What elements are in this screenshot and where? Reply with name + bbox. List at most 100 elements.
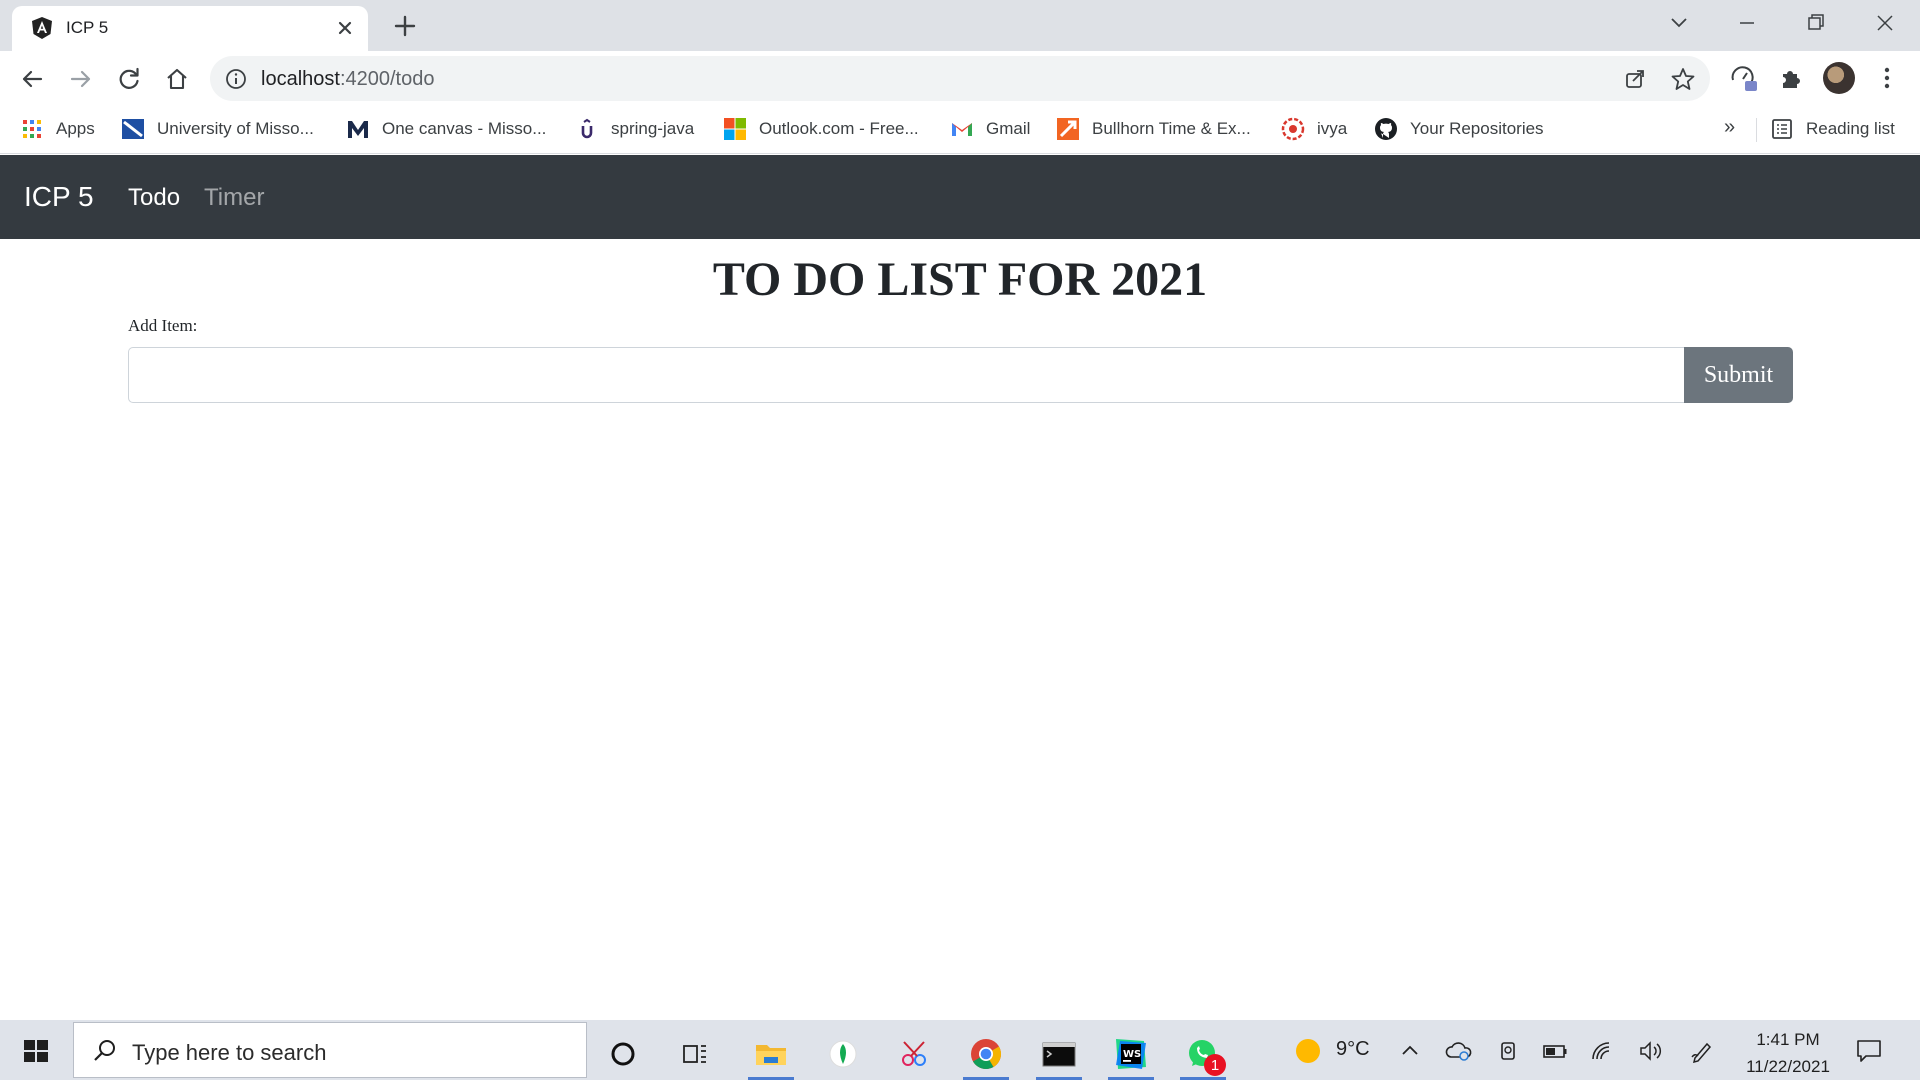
site-info-icon[interactable] xyxy=(224,67,248,91)
bookmark-label: University of Misso... xyxy=(157,119,314,138)
taskbar-app-terminal[interactable] xyxy=(1030,1028,1088,1080)
taskbar-clock[interactable]: 1:41 PM 11/22/2021 xyxy=(1730,1026,1846,1080)
clock-date: 11/22/2021 xyxy=(1746,1057,1830,1076)
submit-button[interactable]: Submit xyxy=(1684,347,1793,403)
onedrive-tray[interactable] xyxy=(1444,1037,1474,1065)
bookmark-label: Gmail xyxy=(986,119,1031,138)
forward-arrow-icon[interactable] xyxy=(66,64,96,94)
taskbar-app-mongodb[interactable] xyxy=(814,1028,872,1080)
gmail-icon xyxy=(952,123,972,136)
bookmark-gmail[interactable]: Gmail xyxy=(950,114,1030,144)
share-icon[interactable] xyxy=(1623,67,1647,91)
reading-list-icon xyxy=(1772,119,1792,139)
battery-tray[interactable] xyxy=(1540,1037,1570,1065)
tab-search-chevron-icon[interactable] xyxy=(1661,8,1697,38)
chrome-icon xyxy=(971,1039,1002,1070)
bookmark-bullhorn[interactable]: Bullhorn Time & Ex... xyxy=(1056,114,1251,144)
chevron-up-icon xyxy=(1402,1045,1418,1055)
show-hidden-icons-button[interactable] xyxy=(1396,1037,1424,1065)
url-text: localhost:4200/todo xyxy=(261,68,434,91)
reading-list-button[interactable]: Reading list xyxy=(1770,114,1895,144)
bookmark-label: Your Repositories xyxy=(1410,119,1544,138)
back-arrow-icon[interactable] xyxy=(17,64,47,94)
taskbar-app-file-explorer[interactable] xyxy=(742,1028,800,1080)
pen-workspace-tray[interactable] xyxy=(1688,1037,1718,1065)
notification-center-icon[interactable] xyxy=(1854,1036,1884,1066)
task-view-button[interactable] xyxy=(666,1028,724,1080)
webstorm-icon: WS xyxy=(1116,1039,1146,1069)
microsoft-icon xyxy=(724,118,746,140)
mongodb-leaf-icon xyxy=(829,1040,857,1068)
close-window-icon[interactable] xyxy=(1867,8,1903,38)
university-icon xyxy=(122,119,144,139)
folder-icon xyxy=(756,1045,786,1065)
bookmark-one-canvas[interactable]: One canvas - Misso... xyxy=(346,114,546,144)
new-tab-icon[interactable] xyxy=(392,13,418,39)
github-icon xyxy=(1375,118,1397,140)
browser-tab-strip: ICP 5 xyxy=(0,0,1920,51)
extensions-puzzle-icon[interactable] xyxy=(1776,63,1806,93)
scissors-icon xyxy=(902,1041,926,1066)
taskbar-app-snipping-tool[interactable] xyxy=(886,1028,944,1080)
windows-taskbar: Type here to search WS 1 9°C 1:41 PM 11/… xyxy=(0,1020,1920,1080)
terminal-icon xyxy=(1042,1042,1076,1067)
profile-avatar[interactable] xyxy=(1823,62,1855,94)
pen-icon xyxy=(1691,1042,1712,1063)
spring-java-icon xyxy=(581,118,593,139)
bookmark-your-repositories[interactable]: Your Repositories xyxy=(1374,114,1544,144)
bookmark-label: Bullhorn Time & Ex... xyxy=(1092,119,1251,138)
taskbar-app-webstorm[interactable]: WS xyxy=(1102,1028,1160,1080)
volume-tray[interactable] xyxy=(1636,1037,1666,1065)
bookmark-outlook[interactable]: Outlook.com - Free... xyxy=(723,114,919,144)
taskbar-app-chrome[interactable] xyxy=(957,1028,1015,1080)
bookmark-label: Outlook.com - Free... xyxy=(759,119,919,138)
more-menu-icon[interactable] xyxy=(1872,63,1902,93)
sun-weather-icon xyxy=(1296,1039,1320,1063)
bookmarks-overflow-button[interactable]: » xyxy=(1724,116,1735,139)
cortana-button[interactable] xyxy=(594,1028,652,1080)
taskbar-app-whatsapp[interactable]: 1 xyxy=(1174,1028,1232,1080)
bookmark-spring-java[interactable]: spring-java xyxy=(575,114,694,144)
whatsapp-notification-badge: 1 xyxy=(1204,1054,1226,1076)
task-view-icon xyxy=(683,1045,706,1063)
bookmark-star-icon[interactable] xyxy=(1670,66,1696,92)
tab-title: ICP 5 xyxy=(66,18,109,37)
add-item-input[interactable] xyxy=(128,347,1685,403)
battery-icon xyxy=(1543,1045,1567,1058)
cortana-circle-icon xyxy=(611,1042,635,1066)
nav-link-timer[interactable]: Timer xyxy=(204,184,264,212)
browser-tab[interactable]: ICP 5 xyxy=(12,6,368,51)
app-navbar: ICP 5 Todo Timer xyxy=(0,155,1920,239)
restore-icon[interactable] xyxy=(1797,8,1833,38)
address-bar[interactable]: localhost:4200/todo xyxy=(210,56,1710,101)
bookmark-label: One canvas - Misso... xyxy=(382,119,547,138)
taskbar-search-box[interactable]: Type here to search xyxy=(73,1022,587,1078)
camera-icon xyxy=(1501,1042,1515,1060)
app-brand[interactable]: ICP 5 xyxy=(24,181,94,213)
meet-now-tray[interactable] xyxy=(1494,1037,1522,1065)
reading-list-label: Reading list xyxy=(1806,119,1895,138)
apps-grid-icon xyxy=(23,120,41,138)
bullhorn-icon xyxy=(1057,118,1079,140)
speaker-icon xyxy=(1640,1041,1662,1061)
cloud-sync-icon xyxy=(1445,1042,1472,1061)
canvas-m-icon xyxy=(348,121,368,138)
nav-link-todo[interactable]: Todo xyxy=(128,184,180,212)
url-path: :4200/todo xyxy=(339,68,435,90)
network-tray[interactable] xyxy=(1588,1037,1618,1065)
url-host: localhost xyxy=(261,68,340,90)
bookmark-label: ivya xyxy=(1317,119,1348,138)
bookmark-ivya[interactable]: ivya xyxy=(1281,114,1347,144)
reload-icon[interactable] xyxy=(114,64,144,94)
page-title: TO DO LIST FOR 2021 xyxy=(712,253,1208,306)
browser-toolbar: localhost:4200/todo xyxy=(0,51,1920,106)
bookmark-apps[interactable]: Apps xyxy=(20,114,95,144)
performance-extension-icon[interactable] xyxy=(1728,63,1758,93)
windows-start-icon[interactable] xyxy=(16,1036,56,1066)
bookmark-university[interactable]: University of Misso... xyxy=(121,114,314,144)
minimize-icon[interactable] xyxy=(1729,8,1765,38)
weather-temperature[interactable]: 9°C xyxy=(1336,1038,1370,1061)
close-tab-icon[interactable] xyxy=(334,17,356,39)
home-icon[interactable] xyxy=(162,64,192,94)
weather-widget[interactable] xyxy=(1290,1037,1326,1065)
